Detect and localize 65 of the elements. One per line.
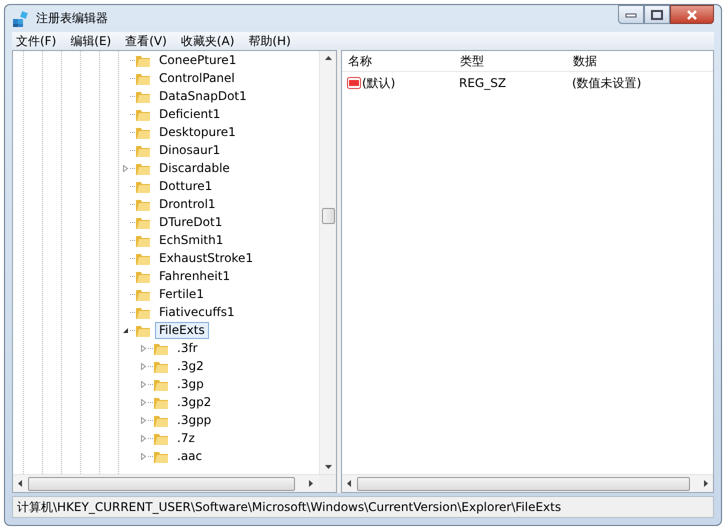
close-button[interactable]: [670, 5, 714, 24]
tree-item[interactable]: DataSnapDot1: [155, 88, 251, 104]
tree-item[interactable]: ExhaustStroke1: [155, 250, 258, 266]
menu-item[interactable]: 帮助(H): [248, 32, 291, 50]
column-header[interactable]: 名称: [348, 52, 460, 70]
tree-item[interactable]: .3gp: [173, 376, 208, 392]
tree-item[interactable]: .aac: [173, 448, 206, 464]
expand-triangle-icon[interactable]: [122, 164, 128, 172]
value-type: REG_SZ: [459, 76, 508, 90]
horizontal-scrollbar[interactable]: [342, 474, 713, 492]
close-icon: [686, 10, 698, 20]
menu-item[interactable]: 文件(F): [16, 32, 56, 50]
column-header[interactable]: 数据: [573, 52, 713, 70]
window-title: 注册表编辑器: [36, 10, 108, 27]
menu-item[interactable]: 收藏夹(A): [180, 32, 234, 50]
scroll-left-arrow-icon[interactable]: [347, 480, 351, 487]
tree-item[interactable]: .3gpp: [173, 412, 216, 428]
scroll-thumb[interactable]: [322, 208, 334, 224]
maximize-button[interactable]: [644, 5, 670, 24]
expand-triangle-icon[interactable]: [140, 344, 146, 352]
expand-triangle-icon[interactable]: [140, 434, 146, 442]
scroll-right-arrow-icon[interactable]: [309, 480, 313, 487]
scroll-right-arrow-icon[interactable]: [704, 480, 708, 487]
tree-item[interactable]: Drontrol1: [155, 196, 220, 212]
vertical-scrollbar[interactable]: [319, 51, 336, 474]
tree-item[interactable]: ControlPanel: [155, 70, 239, 86]
minimize-icon: [625, 12, 637, 18]
minimize-button[interactable]: [618, 5, 644, 24]
horizontal-scrollbar[interactable]: [13, 474, 336, 492]
expand-triangle-icon[interactable]: [140, 380, 146, 388]
menu-item[interactable]: 查看(V): [125, 32, 167, 50]
column-header[interactable]: 类型: [460, 52, 573, 70]
collapse-triangle-icon[interactable]: [122, 326, 128, 334]
scroll-down-arrow-icon[interactable]: [324, 465, 332, 469]
value-data: (数值未设置): [572, 74, 642, 92]
tree-item[interactable]: .3fr: [173, 340, 202, 356]
expand-triangle-icon[interactable]: [140, 362, 146, 370]
tree-item[interactable]: Dotture1: [155, 178, 216, 194]
scroll-thumb[interactable]: [357, 476, 690, 490]
tree-item[interactable]: .3gp2: [173, 394, 216, 410]
tree-item[interactable]: Fertile1: [155, 286, 208, 302]
scroll-up-arrow-icon[interactable]: [324, 56, 332, 60]
tree-item[interactable]: EchSmith1: [155, 232, 228, 248]
menu-item[interactable]: 编辑(E): [70, 32, 112, 50]
maximize-icon: [651, 10, 663, 20]
tree-item[interactable]: DTureDot1: [155, 214, 226, 230]
expand-triangle-icon[interactable]: [140, 398, 146, 406]
tree-item[interactable]: Dinosaur1: [155, 142, 224, 158]
string-value-icon: [347, 77, 361, 89]
registry-cubes-icon: [12, 10, 30, 28]
tree-item[interactable]: Fiativecuffs1: [155, 304, 239, 320]
status-bar: 计算机\HKEY_CURRENT_USER\Software\Microsoft\Windows\CurrentVersion\Explorer\FileExts: [12, 496, 714, 518]
scroll-thumb[interactable]: [28, 476, 295, 490]
tree-item[interactable]: .7z: [173, 430, 199, 446]
expand-triangle-icon[interactable]: [140, 452, 146, 460]
tree-item[interactable]: ConeePture1: [155, 52, 240, 68]
scroll-left-arrow-icon[interactable]: [18, 480, 22, 487]
tree-item[interactable]: .3g2: [173, 358, 208, 374]
tree-item[interactable]: Deficient1: [155, 106, 224, 122]
tree-item[interactable]: FileExts: [155, 322, 209, 338]
tree-item[interactable]: Desktopure1: [155, 124, 240, 140]
expand-triangle-icon[interactable]: [140, 416, 146, 424]
value-name[interactable]: (默认): [362, 74, 396, 92]
tree-item[interactable]: Fahrenheit1: [155, 268, 234, 284]
tree-item[interactable]: Discardable: [155, 160, 234, 176]
